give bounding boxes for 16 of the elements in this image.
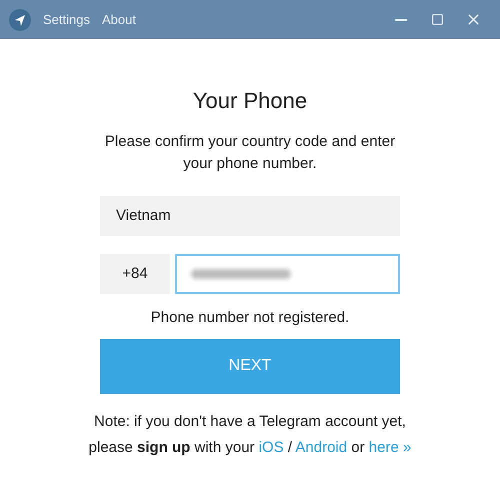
paper-plane-icon [9,8,31,30]
error-message: Phone number not registered. [150,308,350,328]
maximize-icon [430,13,444,26]
minimize-icon [395,18,407,20]
link[interactable]: Android [295,438,348,456]
description: Please confirm your country code and enter your phone number. [104,132,396,174]
link[interactable]: iOS [258,438,284,456]
phone-field[interactable] [175,254,400,294]
country-code-field[interactable]: +84 [100,254,170,294]
next-button[interactable]: NEXT [100,338,400,394]
menu-item[interactable]: Settings [43,10,90,30]
link[interactable]: here » [368,438,412,456]
menu-item[interactable]: About [102,10,136,30]
note-text: Note: if you don't have a Telegram account yet, please sign up with your iOS / Android or here » [88,412,412,458]
country-field[interactable]: Vietnam [100,196,400,236]
page-title: Your Phone [192,87,308,115]
